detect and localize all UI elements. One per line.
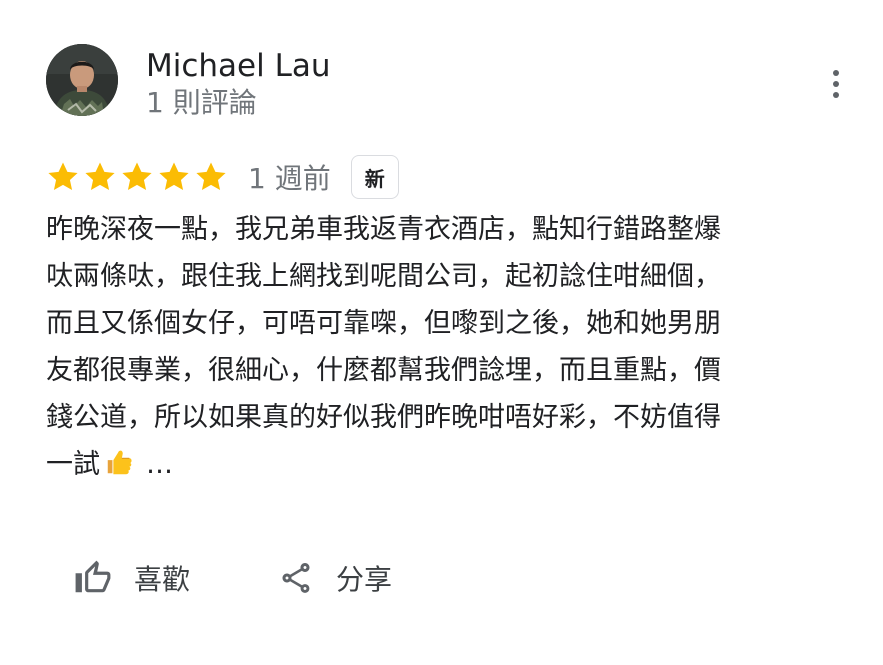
star-icon [85,162,115,191]
like-label: 喜歡 [134,563,191,596]
review-text-line: 錢公道，所以如果真的好似我們昨晚咁唔好彩，不妨值得 [46,402,721,433]
share-button[interactable]: 分享 [278,548,392,608]
rating-row: 1 週前 新 [46,152,399,202]
new-badge: 新 [350,155,399,199]
star-icon [122,162,152,191]
more-vertical-icon [833,70,839,76]
share-icon [282,563,310,593]
avatar[interactable] [46,44,118,116]
more-vertical-icon-dot [833,81,839,87]
review-text-line: 呔兩條呔，跟住我上網找到呢間公司，起初諗住咁細個， [46,261,721,292]
share-label: 分享 [336,563,393,596]
read-more-ellipsis[interactable]: … [146,449,173,480]
review-text-line: 昨晚深夜一點，我兄弟車我返青衣酒店，點知行錯路整爆 [46,214,721,245]
like-button[interactable]: 喜歡 [74,548,190,608]
review-text-last-line: 一試 … [46,441,846,488]
review-text-line: 友都很專業，很細心，什麼都幫我們諗埋，而且重點，價 [46,355,721,386]
review-text-line: 一試 [46,449,100,480]
star-icon [159,162,189,191]
reviewer-photo [46,44,118,116]
more-options-button[interactable] [818,62,854,106]
review-actions: 喜歡 分享 [0,548,883,608]
review-date: 1 週前 [248,162,331,195]
thumbs-up-emoji-icon [107,450,132,475]
review-text-line: 而且又係個女仔，可唔可靠㗎，但嚟到之後，她和她男朋 [46,308,721,339]
reviewer-review-count[interactable]: 1 則評論 [146,84,257,122]
review-text: 昨晚深夜一點，我兄弟車我返青衣酒店，點知行錯路整爆 呔兩條呔，跟住我上網找到呢間… [46,206,846,488]
star-rating [46,160,228,194]
more-vertical-icon-dot [833,92,839,98]
star-icon [48,162,78,191]
thumbs-up-outline-icon [75,560,111,593]
star-icon [196,162,226,191]
reviewer-name[interactable]: Michael Lau [146,46,331,86]
review-card: Michael Lau 1 則評論 1 週前 新 昨晚深夜一點，我兄弟車我返青衣… [0,0,883,665]
